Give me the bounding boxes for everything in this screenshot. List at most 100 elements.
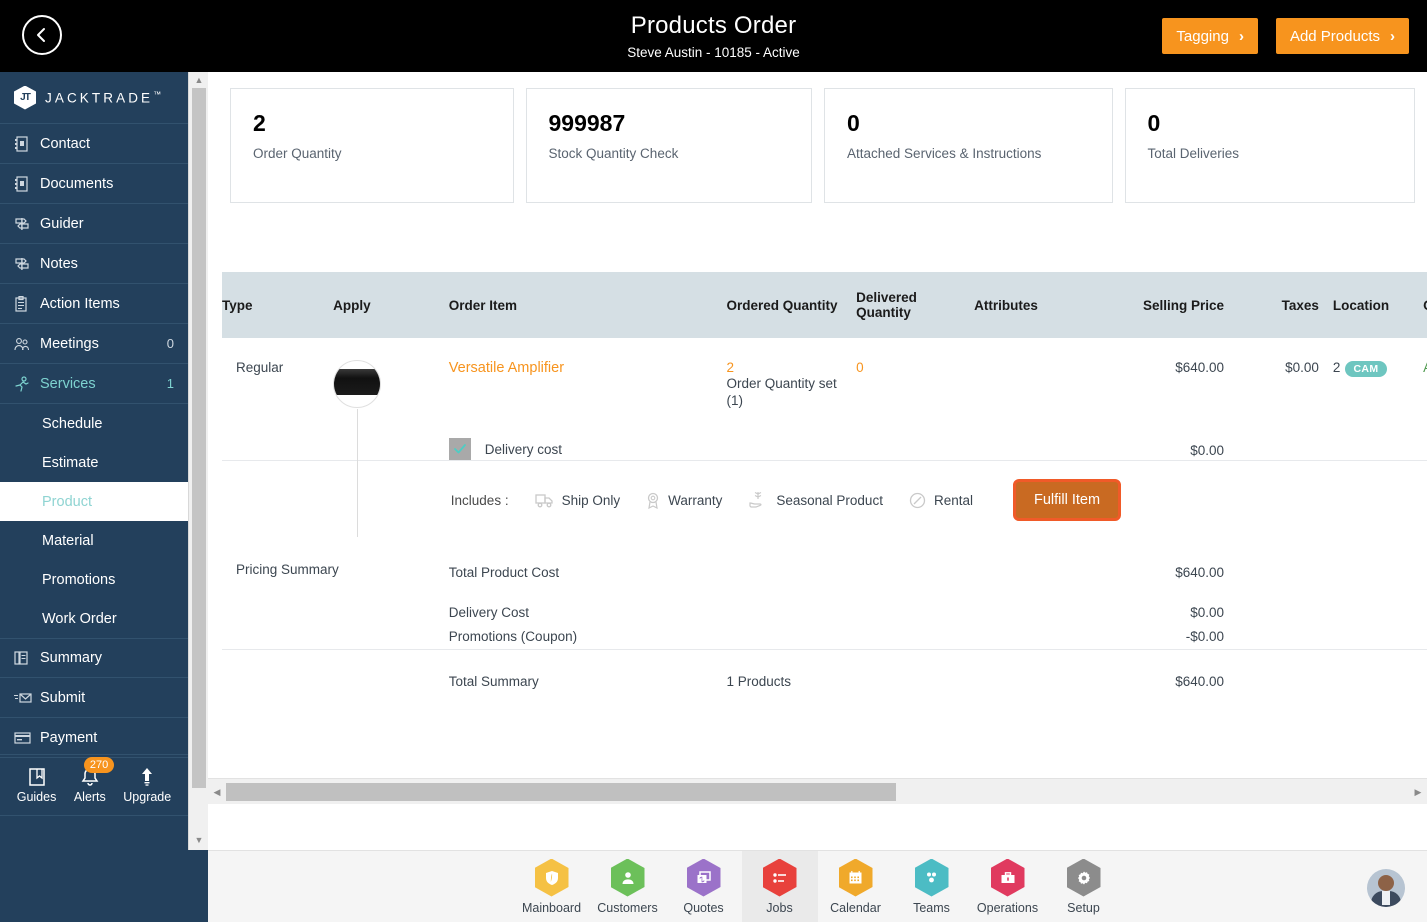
chevron-right-icon: › [1238, 27, 1244, 45]
header-actions: Tagging › Add Products › [1162, 18, 1409, 54]
alerts-badge: 270 [83, 757, 115, 773]
scroll-up-icon[interactable]: ▲ [189, 72, 209, 88]
sidebar-item-submit[interactable]: Submit [0, 678, 188, 718]
sidebar-item-label: Action Items [40, 295, 120, 312]
sidebar-item-label: Contact [40, 135, 90, 152]
bottom-nav-setup[interactable]: Setup [1046, 851, 1122, 922]
col-header-order-item: Order Item [448, 272, 727, 338]
guides-label: Guides [16, 790, 57, 804]
col-header-taxes: Taxes [1224, 272, 1319, 338]
delivery-cost-checkbox[interactable] [448, 438, 471, 460]
pricing-summary-row: Pricing Summary Total Product Cost Deliv… [222, 539, 1427, 650]
add-products-button[interactable]: Add Products › [1275, 18, 1409, 54]
book-icon [28, 768, 45, 786]
sidebar-item-notes[interactable]: Notes [0, 244, 188, 284]
tagging-button[interactable]: Tagging › [1162, 18, 1258, 54]
sidebar-item-label: Meetings [40, 335, 99, 352]
total-summary-count: 1 Products [726, 649, 975, 711]
user-avatar[interactable] [1367, 869, 1405, 907]
cell-location: 2 CAM [1319, 338, 1423, 461]
include-rental[interactable]: Rental [909, 492, 973, 509]
sidebar-item-estimate[interactable]: Estimate [0, 443, 188, 482]
product-thumbnail[interactable] [333, 360, 382, 408]
col-header-attributes: Attributes [974, 272, 1076, 338]
includes-cell: Includes : Ship Only Warranty Seasonal P… [448, 460, 1427, 539]
services-icon [14, 375, 40, 392]
brand-mark: JT [20, 92, 31, 103]
bottom-nav-jobs[interactable]: Jobs [741, 850, 818, 922]
meetings-icon [14, 336, 40, 352]
sidebar-item-contact[interactable]: Contact [0, 124, 188, 164]
calendar-icon [838, 858, 873, 897]
table-row: Regular Versatile Amplifier Delivery cos… [222, 338, 1427, 537]
bottom-nav-label: Calendar [830, 900, 881, 915]
sidebar-item-work-order[interactable]: Work Order [0, 599, 188, 638]
sidebar-scroll-thumb[interactable] [192, 88, 206, 788]
fulfill-item-button[interactable]: Fulfill Item [1012, 479, 1122, 521]
back-button[interactable] [22, 15, 62, 55]
sidebar-scrollbar[interactable]: ▲ ▼ [188, 72, 208, 850]
scroll-right-icon[interactable]: ▶ [1409, 779, 1427, 805]
sidebar-item-product[interactable]: Product [0, 482, 188, 521]
bottom-nav-quotes[interactable]: Quotes [666, 851, 742, 922]
chevron-left-icon [37, 28, 45, 42]
stat-card-total-deliveries: 0 Total Deliveries [1124, 88, 1415, 203]
sidebar-item-services[interactable]: Services 1 [0, 364, 188, 404]
sidebar-item-label: Documents [40, 175, 114, 192]
bottom-nav-label: Customers [597, 900, 658, 915]
sidebar-item-guider[interactable]: Guider [0, 204, 188, 244]
upgrade-tool[interactable]: Upgrade [123, 766, 171, 804]
bottom-nav-teams[interactable]: Teams [894, 851, 970, 922]
ordered-quantity-value: 2 [726, 360, 735, 375]
sidebar-item-payment[interactable]: Payment [0, 718, 188, 758]
brand-logo[interactable]: JT JACKTRADE™ [0, 72, 188, 124]
bottom-nav-mainboard[interactable]: Mainboard [514, 851, 590, 922]
bottom-nav-operations[interactable]: Operations [970, 851, 1046, 922]
sidebar-item-documents[interactable]: Documents [0, 164, 188, 204]
pricing-line-name: Promotions (Coupon) [448, 629, 578, 644]
sidebar-subitem-label: Schedule [42, 415, 103, 432]
delivery-cost-value: $0.00 [1190, 443, 1225, 458]
sidebar-item-meetings[interactable]: Meetings 0 [0, 324, 188, 364]
bottom-navigation-bar: Mainboard Customers Quotes Jobs Calendar… [208, 850, 1427, 922]
scroll-left-icon[interactable]: ◀ [208, 779, 226, 805]
col-header-apply: Apply [333, 272, 449, 338]
delivered-quantity-value: 0 [856, 360, 864, 375]
sidebar-item-label: Submit [40, 689, 86, 706]
product-name-link[interactable]: Versatile Amplifier [449, 360, 727, 376]
horizontal-scroll-thumb[interactable] [226, 783, 896, 801]
includes-options: Includes : Ship Only Warranty Seasonal P… [449, 479, 1427, 521]
stat-cards: 2 Order Quantity 999987 Stock Quantity C… [208, 72, 1427, 203]
include-ship-only[interactable]: Ship Only [534, 492, 620, 508]
sidebar-item-schedule[interactable]: Schedule [0, 404, 188, 443]
table-header: Type Apply Order Item Ordered Quantity D… [222, 272, 1427, 338]
scroll-down-icon[interactable]: ▼ [189, 832, 209, 848]
status-badge: Available [1423, 360, 1427, 375]
sidebar-item-material[interactable]: Material [0, 521, 188, 560]
tagging-button-label: Tagging [1176, 27, 1229, 45]
bottom-nav-customers[interactable]: Customers [590, 851, 666, 922]
stat-value: 2 [253, 110, 266, 136]
alerts-tool[interactable]: 270 Alerts [74, 757, 115, 804]
include-warranty[interactable]: Warranty [646, 492, 722, 509]
pricing-line-amount: -$0.00 [1185, 629, 1225, 644]
sidebar-subitem-label: Work Order [42, 610, 117, 627]
brand-name: JACKTRADE™ [45, 89, 162, 106]
cell-order-status: Available [1423, 338, 1427, 461]
guides-tool[interactable]: Guides [16, 766, 57, 804]
bottom-nav-calendar[interactable]: Calendar [818, 851, 894, 922]
cell-ordered-quantity: 2 Order Quantity set (1) [727, 338, 857, 461]
include-seasonal-product[interactable]: Seasonal Product [748, 491, 883, 509]
pricing-line-name: Delivery Cost [448, 605, 530, 620]
pricing-line-name: Total Product Cost [448, 565, 560, 580]
horizontal-scrollbar[interactable]: ◀ ▶ [208, 778, 1427, 804]
sidebar-item-action-items[interactable]: Action Items [0, 284, 188, 324]
sidebar-item-label: Summary [40, 650, 103, 666]
sidebar-item-summary[interactable]: Summary [0, 638, 188, 678]
bottom-nav-items: Mainboard Customers Quotes Jobs Calendar… [514, 850, 1122, 922]
sidebar: JT JACKTRADE™ Contact Documents Guider N… [0, 72, 208, 922]
stat-value: 0 [1147, 110, 1161, 136]
sidebar-subitem-label: Estimate [42, 454, 99, 471]
sidebar-item-promotions[interactable]: Promotions [0, 560, 188, 599]
